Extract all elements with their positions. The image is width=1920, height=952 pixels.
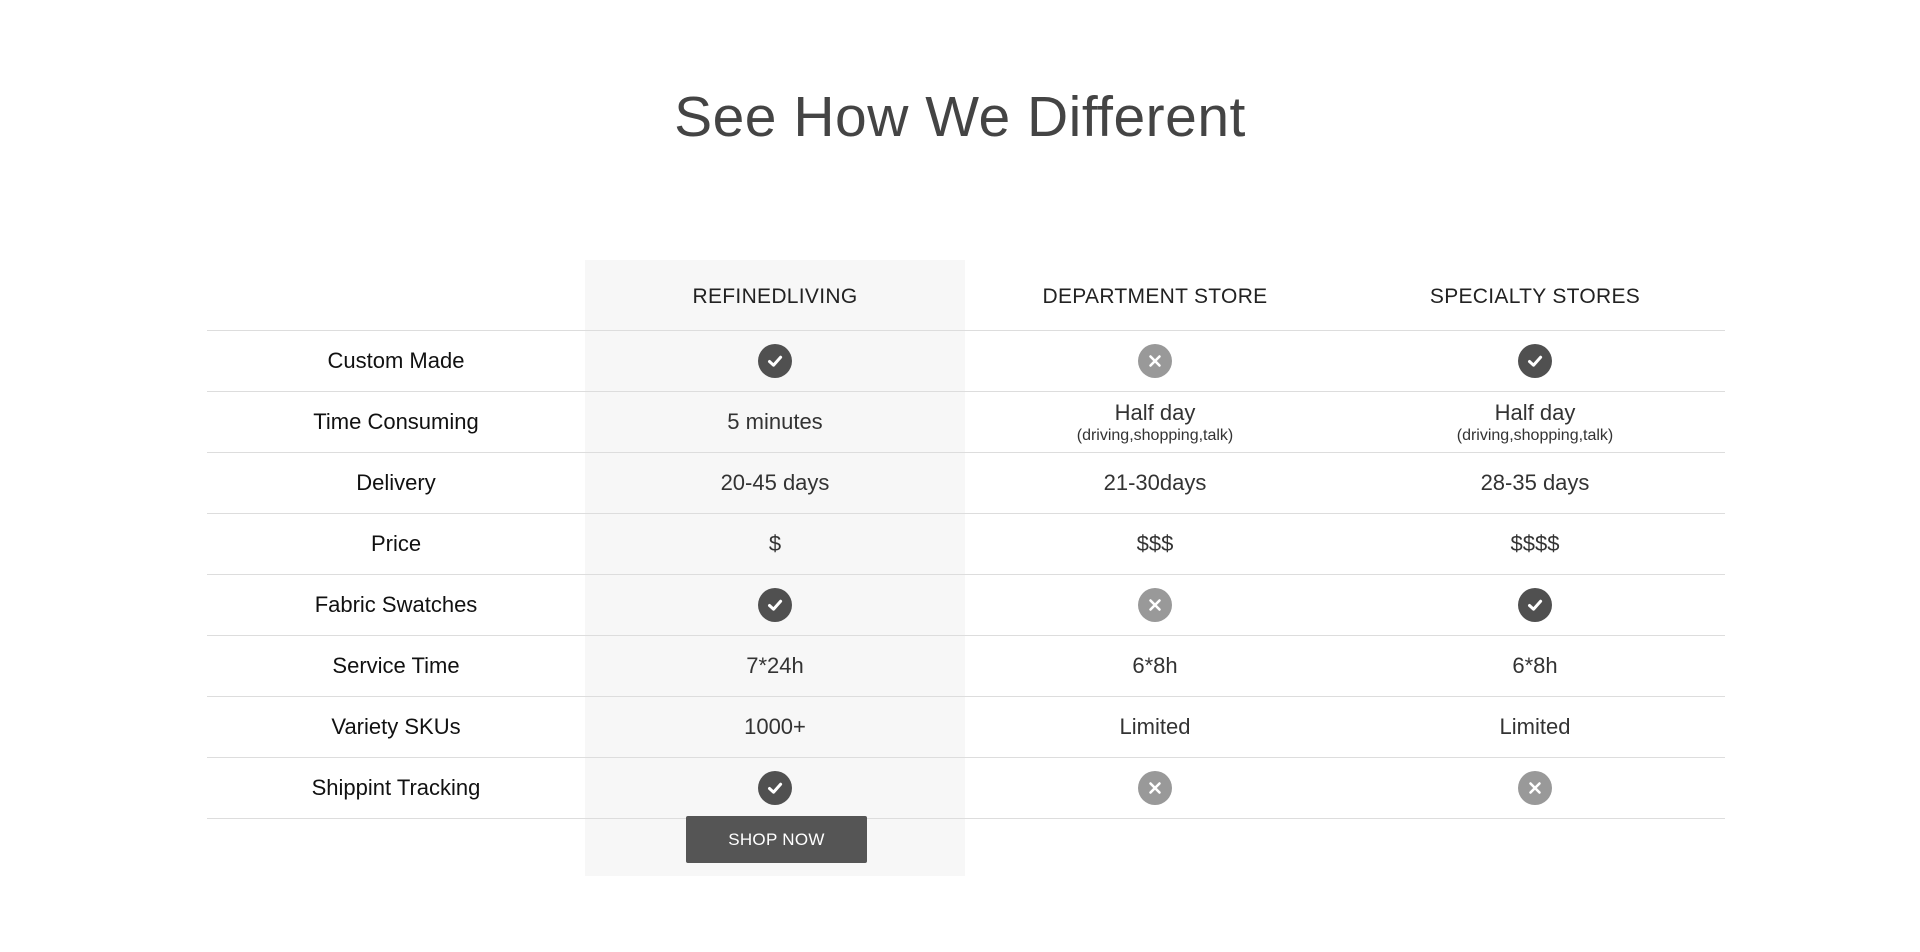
check-icon: [1518, 588, 1552, 622]
cell-value: 6*8h: [1132, 653, 1178, 678]
cell-value: 1000+: [744, 714, 806, 739]
row-label: Time Consuming: [313, 409, 479, 434]
cell-department-store: [965, 331, 1345, 391]
check-icon: [758, 588, 792, 622]
column-header-refinedliving: REFINEDLIVING: [692, 285, 858, 308]
cell-specialty-stores: Half day (driving,shopping,talk): [1345, 392, 1725, 452]
cell-refinedliving: [585, 575, 965, 635]
cell-department-store: Half day (driving,shopping,talk): [965, 392, 1345, 452]
cell-department-store: 21-30days: [965, 453, 1345, 513]
table-row: Time Consuming 5 minutes Half day (driving,…: [207, 392, 1725, 453]
table-row: Custom Made: [207, 331, 1725, 392]
cell-specialty-stores: $$$$: [1345, 514, 1725, 574]
header-empty-cell: [207, 260, 585, 330]
table-body: Custom Made Time Consuming 5 minutes Half d…: [207, 331, 1725, 819]
cross-icon: [1138, 771, 1172, 805]
table-row: Delivery 20-45 days 21-30days 28-35 days: [207, 453, 1725, 514]
cell-value: $: [768, 531, 782, 556]
check-icon: [758, 771, 792, 805]
cross-icon: [1518, 771, 1552, 805]
row-label: Variety SKUs: [331, 714, 461, 739]
check-icon: [1518, 344, 1552, 378]
cell-value: Limited: [1119, 714, 1191, 739]
cell-refinedliving: 1000+: [585, 697, 965, 757]
cell-value: 6*8h: [1512, 653, 1558, 678]
column-header-department-store: DEPARTMENT STORE: [1042, 285, 1268, 308]
row-label: Custom Made: [327, 348, 465, 373]
cell-specialty-stores: 6*8h: [1345, 636, 1725, 696]
cell-value: 5 minutes: [727, 409, 823, 434]
cross-icon: [1138, 588, 1172, 622]
cell-value-note: (driving,shopping,talk): [1076, 426, 1234, 444]
cell-department-store: [965, 575, 1345, 635]
cell-specialty-stores: [1345, 331, 1725, 391]
table-row: Shippint Tracking: [207, 758, 1725, 819]
cell-value: 21-30days: [1103, 470, 1207, 495]
cell-refinedliving: [585, 758, 965, 818]
table-row: Price $ $$$ $$$$: [207, 514, 1725, 575]
cell-specialty-stores: [1345, 575, 1725, 635]
table-row: Variety SKUs 1000+ Limited Limited: [207, 697, 1725, 758]
cell-refinedliving: 7*24h: [585, 636, 965, 696]
row-label: Service Time: [332, 653, 460, 678]
cell-value-note: (driving,shopping,talk): [1456, 426, 1614, 444]
cell-refinedliving: 20-45 days: [585, 453, 965, 513]
cell-refinedliving: [585, 331, 965, 391]
table-header-row: REFINEDLIVING DEPARTMENT STORE SPECIALTY…: [207, 260, 1725, 331]
row-label: Price: [370, 531, 422, 556]
shop-now-button[interactable]: SHOP NOW: [686, 816, 867, 863]
cell-value: 7*24h: [746, 653, 804, 678]
row-label: Delivery: [356, 470, 436, 495]
page-title: See How We Different: [674, 85, 1246, 149]
cell-value: 28-35 days: [1480, 470, 1590, 495]
check-icon: [758, 344, 792, 378]
cell-value: Limited: [1499, 714, 1571, 739]
cell-department-store: $$$: [965, 514, 1345, 574]
cell-department-store: 6*8h: [965, 636, 1345, 696]
cell-specialty-stores: [1345, 758, 1725, 818]
row-label: Shippint Tracking: [311, 775, 481, 800]
cell-specialty-stores: 28-35 days: [1345, 453, 1725, 513]
comparison-table: REFINEDLIVING DEPARTMENT STORE SPECIALTY…: [207, 260, 1725, 819]
cell-value: 20-45 days: [720, 470, 830, 495]
cell-value: $$$: [1136, 531, 1174, 556]
row-label: Fabric Swatches: [314, 592, 478, 617]
table-row: Fabric Swatches: [207, 575, 1725, 636]
cell-department-store: Limited: [965, 697, 1345, 757]
cell-value: $$$$: [1510, 531, 1560, 556]
cross-icon: [1138, 344, 1172, 378]
cell-refinedliving: 5 minutes: [585, 392, 965, 452]
table-row: Service Time 7*24h 6*8h 6*8h: [207, 636, 1725, 697]
column-header-specialty-stores: SPECIALTY STORES: [1429, 285, 1641, 308]
cell-value: Half day: [1114, 399, 1196, 425]
cell-refinedliving: $: [585, 514, 965, 574]
cell-value: Half day: [1494, 399, 1576, 425]
cell-department-store: [965, 758, 1345, 818]
cell-specialty-stores: Limited: [1345, 697, 1725, 757]
